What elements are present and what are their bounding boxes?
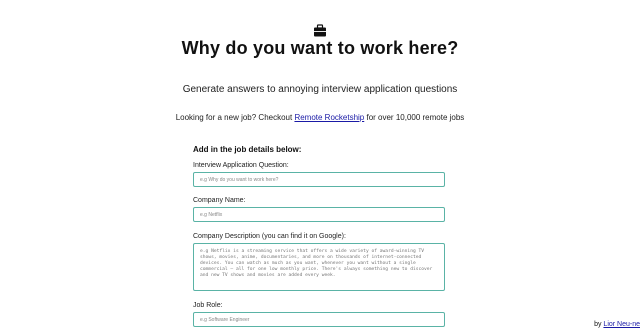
question-placeholder: e.g Why do you want to work here? — [200, 176, 279, 183]
job-role-input[interactable]: e.g Software Engineer — [193, 312, 445, 327]
author-link[interactable]: Lior Neu-ne — [603, 321, 640, 328]
job-role-placeholder: e.g Software Engineer — [200, 316, 250, 323]
job-role-label: Job Role: — [193, 302, 223, 309]
question-input[interactable]: e.g Why do you want to work here? — [193, 172, 445, 187]
remote-rocketship-link[interactable]: Remote Rocketship — [294, 113, 364, 122]
company-name-input[interactable]: e.g Netflix — [193, 207, 445, 222]
company-name-label: Company Name: — [193, 197, 246, 204]
company-description-placeholder: e.g Netflix is a streaming service that … — [200, 249, 433, 278]
company-description-label: Company Description (you can find it on … — [193, 233, 346, 240]
form-heading: Add in the job details below: — [193, 145, 302, 154]
promo-text: Looking for a new job? Checkout Remote R… — [0, 113, 640, 122]
promo-prefix: Looking for a new job? Checkout — [175, 113, 295, 122]
page-title: Why do you want to work here? — [181, 38, 459, 58]
author-byline: by Lior Neu-ne — [594, 321, 640, 328]
company-description-textarea[interactable]: e.g Netflix is a streaming service that … — [193, 243, 445, 291]
company-name-placeholder: e.g Netflix — [200, 211, 223, 218]
page-subtitle: Generate answers to annoying interview a… — [182, 84, 458, 95]
briefcase-icon — [314, 24, 326, 37]
question-label: Interview Application Question: — [193, 162, 289, 169]
promo-suffix: for over 10,000 remote jobs — [364, 113, 465, 122]
